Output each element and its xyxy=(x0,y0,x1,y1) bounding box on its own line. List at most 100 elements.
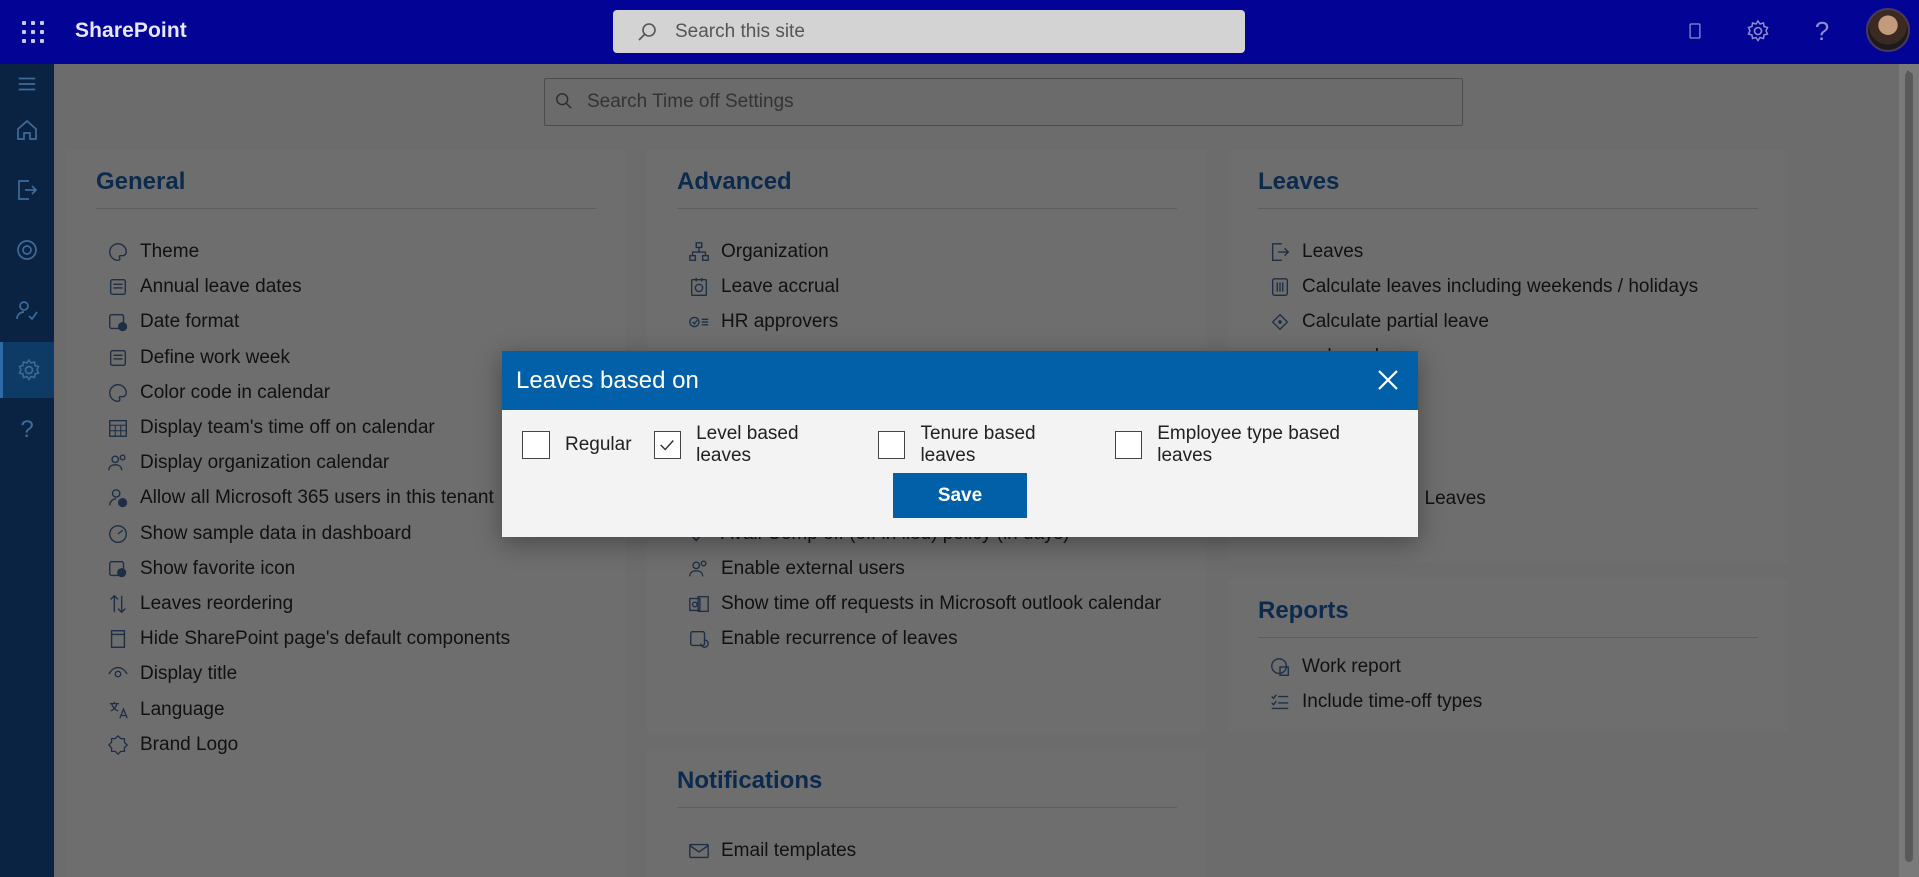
general-item[interactable]: Display title xyxy=(106,656,237,692)
divider xyxy=(1258,637,1758,638)
option-checkbox[interactable]: Level based leaves xyxy=(653,423,856,467)
save-button[interactable]: Save xyxy=(893,473,1027,518)
notifications-item-label: Email templates xyxy=(721,840,857,861)
advanced-item-label: HR approvers xyxy=(721,311,839,332)
reports-card: Reports Work report Include time-off type… xyxy=(1228,579,1788,731)
outlook-icon xyxy=(687,592,711,616)
divider xyxy=(677,208,1177,209)
advanced-item[interactable]: Show time off requests in Microsoft outl… xyxy=(687,586,1161,622)
settings-search-input[interactable]: Search Time off Settings xyxy=(544,78,1463,126)
general-item[interactable]: Brand Logo xyxy=(106,727,238,763)
gear-icon[interactable] xyxy=(1743,16,1773,46)
checkbox[interactable] xyxy=(653,431,682,459)
option-label: Regular xyxy=(565,434,632,455)
general-item[interactable]: Color code in calendar xyxy=(106,375,330,411)
help-nav-icon[interactable]: ? xyxy=(0,402,54,458)
advanced-item-label: Organization xyxy=(721,241,829,262)
hamburger-icon[interactable] xyxy=(0,64,54,104)
app-launcher-icon[interactable] xyxy=(20,19,46,45)
general-item[interactable]: Theme xyxy=(106,234,199,270)
checkbox[interactable] xyxy=(877,431,906,459)
accrual-icon xyxy=(687,275,711,299)
reports-item[interactable]: Include time-off types xyxy=(1268,684,1482,720)
notifications-item[interactable]: Email templates xyxy=(687,833,856,869)
person-check-icon xyxy=(106,486,130,510)
home-icon[interactable] xyxy=(0,102,54,158)
option-checkbox[interactable]: Regular xyxy=(522,431,632,459)
general-item[interactable]: Language xyxy=(106,692,225,728)
scrollbar-thumb[interactable] xyxy=(1905,72,1913,862)
divider xyxy=(1258,208,1758,209)
dashboard-icon[interactable] xyxy=(0,222,54,278)
checkbox[interactable] xyxy=(522,431,550,459)
option-label: Employee type based leaves xyxy=(1157,423,1340,466)
brand-name[interactable]: SharePoint xyxy=(75,19,187,43)
leaves-title: Leaves xyxy=(1258,168,1340,195)
reports-item[interactable]: Work report xyxy=(1268,649,1401,685)
mail-icon xyxy=(687,839,711,863)
advanced-item-label: Show time off requests in Microsoft outl… xyxy=(721,593,1162,614)
option-checkbox[interactable]: Employee type based leaves xyxy=(1114,423,1396,467)
leaves-item[interactable]: Calculate leaves including weekends / ho… xyxy=(1268,269,1698,305)
reports-item-label: Work report xyxy=(1302,656,1401,677)
checklist-icon xyxy=(687,310,711,334)
help-icon[interactable]: ? xyxy=(1807,16,1837,46)
leaves-item-label: Calculate leaves including weekends / ho… xyxy=(1302,276,1699,297)
option-label: Tenure based leaves xyxy=(920,423,1036,466)
sort-arrows-icon xyxy=(106,592,130,616)
close-icon[interactable] xyxy=(1374,366,1402,394)
star-badge-icon xyxy=(106,557,130,581)
advanced-item[interactable]: HR approvers xyxy=(687,304,838,340)
general-item-label: Hide SharePoint page's default component… xyxy=(140,628,511,650)
calendar-icon xyxy=(106,275,130,299)
leaves-item-label: Leaves xyxy=(1302,241,1364,262)
general-item[interactable]: Leaves reordering xyxy=(106,586,293,622)
site-search-box[interactable]: Search this site xyxy=(613,10,1245,53)
general-item[interactable]: Show favorite icon xyxy=(106,551,295,587)
option-checkbox[interactable]: Tenure based leaves xyxy=(877,423,1093,467)
approvals-icon[interactable] xyxy=(0,282,54,338)
sign-out-icon xyxy=(1268,240,1292,264)
general-item[interactable]: Display team's time off on calendar xyxy=(106,410,435,446)
left-nav-rail: ? xyxy=(0,64,54,877)
advanced-item-label: Enable external users xyxy=(721,558,905,579)
general-item[interactable]: Display organization calendar xyxy=(106,445,389,481)
option-label: Level based leaves xyxy=(696,423,799,466)
list-check-icon xyxy=(1268,690,1292,714)
leaves-item[interactable]: Leaves xyxy=(1268,234,1363,270)
general-item[interactable]: Show sample data in dashboard xyxy=(106,516,411,552)
general-item-label: Show favorite icon xyxy=(140,557,296,579)
general-item[interactable]: Date format xyxy=(106,304,239,340)
general-item-label: Display organization calendar xyxy=(140,452,390,474)
option-group: Regular Level based leaves Tenure based le… xyxy=(522,423,1418,466)
mobile-icon[interactable] xyxy=(1680,16,1710,46)
divider xyxy=(677,807,1177,808)
dialog-header: Leaves based on xyxy=(502,351,1418,410)
advanced-item-label: Leave accrual xyxy=(721,276,840,297)
general-item[interactable]: Annual leave dates xyxy=(106,269,302,305)
leave-request-icon[interactable] xyxy=(0,162,54,218)
advanced-title: Advanced xyxy=(677,168,792,195)
badge-icon xyxy=(106,733,130,757)
advanced-item[interactable]: Enable recurrence of leaves xyxy=(687,621,958,657)
advanced-item[interactable]: Organization xyxy=(687,234,829,270)
advanced-item[interactable]: Leave accrual xyxy=(687,269,839,305)
settings-nav-icon[interactable] xyxy=(0,342,54,398)
leaves-item[interactable]: Calculate partial leave xyxy=(1268,304,1489,340)
avatar[interactable] xyxy=(1866,8,1910,52)
leaves-item-label: Calculate partial leave xyxy=(1302,311,1489,332)
general-item[interactable]: Define work week xyxy=(106,340,290,376)
general-item-label: Allow all Microsoft 365 users in this te… xyxy=(140,487,494,509)
notifications-item[interactable]: Reminder notifications to approvers xyxy=(687,873,1020,877)
advanced-item[interactable]: Enable external users xyxy=(687,551,905,587)
checkbox[interactable] xyxy=(1114,431,1143,459)
general-item-label: Annual leave dates xyxy=(140,276,302,298)
general-item[interactable]: Allow all Microsoft 365 users in this te… xyxy=(106,480,494,516)
page-scrollbar[interactable]: ▲ xyxy=(1899,64,1919,877)
calendar-repeat-icon xyxy=(687,627,711,651)
dialog-title: Leaves based on xyxy=(516,366,699,394)
notifications-title: Notifications xyxy=(677,767,823,794)
palette-icon xyxy=(106,381,130,405)
general-item[interactable]: Hide SharePoint page's default component… xyxy=(106,621,510,657)
general-title: General xyxy=(96,168,186,195)
